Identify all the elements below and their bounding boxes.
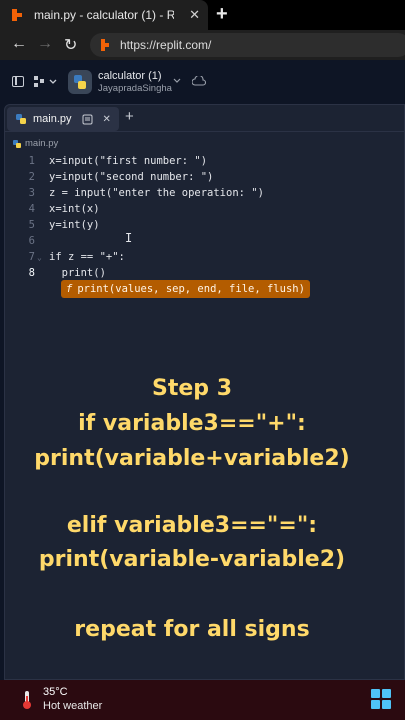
code-line: 4 x=int(x) <box>5 203 404 219</box>
thermometer-icon[interactable] <box>16 689 38 711</box>
line-text: print() <box>49 267 106 279</box>
code-line: 5 y=int(y) <box>5 219 404 235</box>
line-text: z = input("enter the operation: ") <box>49 187 264 199</box>
line-number: 4 <box>28 203 35 215</box>
temperature[interactable]: 35°C <box>43 686 68 698</box>
reload-icon[interactable]: ↻ <box>64 35 77 55</box>
browser-tab-strip: main.py - calculator (1) - Replit ✕ + <box>0 0 405 30</box>
fold-chevron-icon[interactable]: ⌄ <box>37 253 42 262</box>
os-taskbar: 35°C Hot weather <box>0 680 405 720</box>
caption-line: repeat for all signs <box>74 617 310 642</box>
forward-arrow-icon[interactable]: → <box>37 35 53 53</box>
workspace-menu-icon[interactable] <box>34 75 58 89</box>
function-icon: f <box>66 283 73 295</box>
new-tab-icon[interactable]: + <box>216 3 228 26</box>
line-number: 2 <box>28 171 35 183</box>
python-file-icon <box>13 140 21 148</box>
line-number: 6 <box>28 235 35 247</box>
sidebar-toggle-icon[interactable] <box>12 76 24 87</box>
line-text: if z == "+": <box>49 251 125 263</box>
caption-line: print(variable-variable2) <box>38 547 346 572</box>
caption-line: elif variable3=="=": <box>66 513 318 538</box>
replit-header: calculator (1) JayapradaSingha <box>0 60 405 104</box>
site-favicon-icon <box>101 39 109 51</box>
code-line: 1 x=input("first number: ") <box>5 155 404 171</box>
project-name[interactable]: calculator (1) <box>98 70 162 82</box>
line-number: 7 <box>28 251 35 263</box>
code-line: 3 z = input("enter the operation: ") <box>5 187 404 203</box>
cloud-icon <box>192 76 206 86</box>
replit-favicon-icon <box>10 8 24 22</box>
line-text: x=input("first number: ") <box>49 155 208 167</box>
signature-text: print(values, sep, end, file, flush) <box>77 283 305 295</box>
close-tab-icon[interactable]: ✕ <box>189 7 200 23</box>
line-text: y=input("second number: ") <box>49 171 214 183</box>
code-line: 2 y=input("second number: ") <box>5 171 404 187</box>
back-arrow-icon[interactable]: ← <box>11 35 27 53</box>
file-menu-icon[interactable] <box>82 114 93 125</box>
caption-line: print(variable+variable2) <box>34 446 350 471</box>
line-number: 3 <box>28 187 35 199</box>
weather-status[interactable]: Hot weather <box>43 700 102 712</box>
tab-main-py[interactable]: main.py ✕ <box>7 107 119 131</box>
code-line: 7 ⌄ if z == "+": <box>5 251 404 267</box>
browser-tab-title: main.py - calculator (1) - Replit <box>34 8 174 22</box>
line-number: 5 <box>28 219 35 231</box>
screen: main.py - calculator (1) - Replit ✕ + ← … <box>0 0 405 720</box>
python-logo-icon <box>68 70 92 94</box>
browser-tab[interactable]: main.py - calculator (1) - Replit ✕ <box>0 0 208 30</box>
line-text: y=int(y) <box>49 219 100 231</box>
code-line: 6 I <box>5 231 404 251</box>
caption-line: if variable3=="+": <box>78 411 306 436</box>
address-bar[interactable]: https://replit.com/ <box>90 33 405 57</box>
breadcrumb[interactable]: main.py <box>25 138 58 149</box>
signature-hint-tooltip: f print(values, sep, end, file, flush) <box>61 280 310 298</box>
caption-step: Step 3 <box>152 376 232 401</box>
windows-start-icon[interactable] <box>371 689 391 709</box>
editor-tab-bar: main.py ✕ + <box>5 105 404 132</box>
python-file-icon <box>16 114 26 124</box>
add-tab-icon[interactable]: + <box>125 108 134 125</box>
browser-toolbar: ← → ↻ https://replit.com/ <box>0 30 405 60</box>
close-tab-icon[interactable]: ✕ <box>103 114 111 125</box>
url-text: https://replit.com/ <box>120 38 212 52</box>
line-number: 8 <box>28 267 35 279</box>
project-owner: JayapradaSingha <box>98 83 172 94</box>
text-cursor-icon: I <box>125 231 133 245</box>
tab-label: main.py <box>33 113 72 125</box>
chevron-down-icon[interactable] <box>173 78 181 84</box>
line-number: 1 <box>28 155 35 167</box>
line-text: x=int(x) <box>49 203 100 215</box>
